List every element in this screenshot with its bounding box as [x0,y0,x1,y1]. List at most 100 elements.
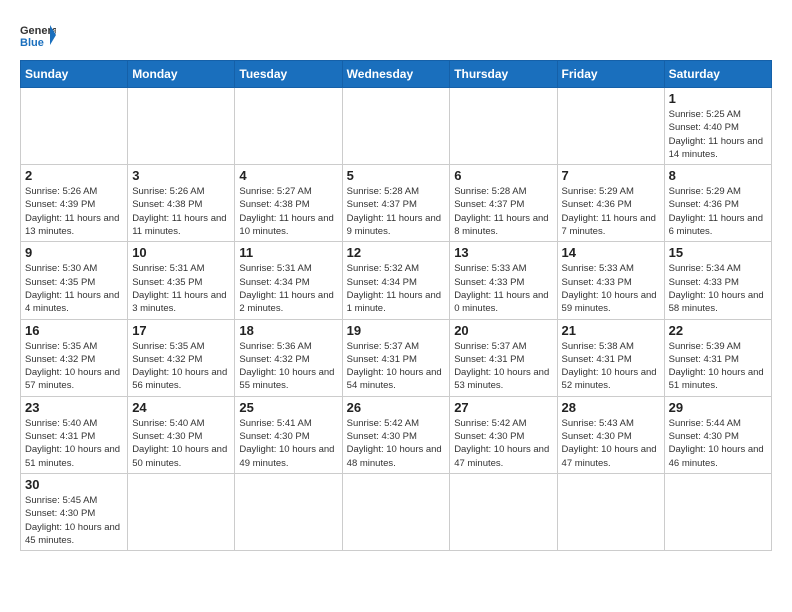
day-info: Sunrise: 5:44 AM Sunset: 4:30 PM Dayligh… [669,417,767,470]
day-info: Sunrise: 5:45 AM Sunset: 4:30 PM Dayligh… [25,494,123,547]
day-info: Sunrise: 5:26 AM Sunset: 4:38 PM Dayligh… [132,185,230,238]
day-number: 21 [562,323,660,338]
day-cell: 2 Sunrise: 5:26 AM Sunset: 4:39 PM Daylig… [21,165,128,242]
week-row-1: 1 Sunrise: 5:25 AM Sunset: 4:40 PM Daylig… [21,88,772,165]
header-friday: Friday [557,61,664,88]
day-number: 29 [669,400,767,415]
day-number: 4 [239,168,337,183]
calendar: SundayMondayTuesdayWednesdayThursdayFrid… [20,60,772,551]
logo-icon: General Blue [20,20,56,50]
header-tuesday: Tuesday [235,61,342,88]
day-cell: 26Sunrise: 5:42 AM Sunset: 4:30 PM Dayli… [342,396,450,473]
week-row-3: 9 Sunrise: 5:30 AM Sunset: 4:35 PM Daylig… [21,242,772,319]
logo: General Blue [20,20,56,50]
header-wednesday: Wednesday [342,61,450,88]
day-number: 28 [562,400,660,415]
header-monday: Monday [128,61,235,88]
day-cell [557,88,664,165]
day-info: Sunrise: 5:29 AM Sunset: 4:36 PM Dayligh… [562,185,660,238]
day-cell: 24Sunrise: 5:40 AM Sunset: 4:30 PM Dayli… [128,396,235,473]
day-number: 20 [454,323,552,338]
day-number: 24 [132,400,230,415]
day-number: 11 [239,245,337,260]
day-info: Sunrise: 5:26 AM Sunset: 4:39 PM Dayligh… [25,185,123,238]
day-number: 7 [562,168,660,183]
day-number: 19 [347,323,446,338]
day-info: Sunrise: 5:30 AM Sunset: 4:35 PM Dayligh… [25,262,123,315]
day-number: 26 [347,400,446,415]
day-number: 25 [239,400,337,415]
day-info: Sunrise: 5:33 AM Sunset: 4:33 PM Dayligh… [454,262,552,315]
day-cell [21,88,128,165]
day-info: Sunrise: 5:43 AM Sunset: 4:30 PM Dayligh… [562,417,660,470]
day-number: 12 [347,245,446,260]
day-info: Sunrise: 5:35 AM Sunset: 4:32 PM Dayligh… [25,340,123,393]
day-cell: 18 Sunrise: 5:36 AM Sunset: 4:32 PM Dayli… [235,319,342,396]
day-number: 3 [132,168,230,183]
day-info: Sunrise: 5:37 AM Sunset: 4:31 PM Dayligh… [454,340,552,393]
day-info: Sunrise: 5:35 AM Sunset: 4:32 PM Dayligh… [132,340,230,393]
day-info: Sunrise: 5:32 AM Sunset: 4:34 PM Dayligh… [347,262,446,315]
day-info: Sunrise: 5:38 AM Sunset: 4:31 PM Dayligh… [562,340,660,393]
day-number: 6 [454,168,552,183]
day-cell [450,473,557,550]
day-info: Sunrise: 5:29 AM Sunset: 4:36 PM Dayligh… [669,185,767,238]
day-cell: 14Sunrise: 5:33 AM Sunset: 4:33 PM Dayli… [557,242,664,319]
day-info: Sunrise: 5:36 AM Sunset: 4:32 PM Dayligh… [239,340,337,393]
day-info: Sunrise: 5:41 AM Sunset: 4:30 PM Dayligh… [239,417,337,470]
day-info: Sunrise: 5:28 AM Sunset: 4:37 PM Dayligh… [347,185,446,238]
day-cell: 25 Sunrise: 5:41 AM Sunset: 4:30 PM Dayli… [235,396,342,473]
day-info: Sunrise: 5:27 AM Sunset: 4:38 PM Dayligh… [239,185,337,238]
calendar-header-row: SundayMondayTuesdayWednesdayThursdayFrid… [21,61,772,88]
day-cell [664,473,771,550]
day-number: 17 [132,323,230,338]
day-cell: 29 Sunrise: 5:44 AM Sunset: 4:30 PM Dayli… [664,396,771,473]
day-cell [235,473,342,550]
day-number: 5 [347,168,446,183]
day-cell [235,88,342,165]
day-info: Sunrise: 5:31 AM Sunset: 4:35 PM Dayligh… [132,262,230,315]
day-cell: 7 Sunrise: 5:29 AM Sunset: 4:36 PM Daylig… [557,165,664,242]
day-cell: 13Sunrise: 5:33 AM Sunset: 4:33 PM Dayli… [450,242,557,319]
week-row-4: 16 Sunrise: 5:35 AM Sunset: 4:32 PM Dayli… [21,319,772,396]
day-number: 18 [239,323,337,338]
day-number: 1 [669,91,767,106]
week-row-5: 23 Sunrise: 5:40 AM Sunset: 4:31 PM Dayli… [21,396,772,473]
day-info: Sunrise: 5:37 AM Sunset: 4:31 PM Dayligh… [347,340,446,393]
svg-text:Blue: Blue [20,37,44,49]
day-cell [557,473,664,550]
day-cell: 12 Sunrise: 5:32 AM Sunset: 4:34 PM Dayli… [342,242,450,319]
day-cell: 19 Sunrise: 5:37 AM Sunset: 4:31 PM Dayli… [342,319,450,396]
day-number: 16 [25,323,123,338]
day-info: Sunrise: 5:25 AM Sunset: 4:40 PM Dayligh… [669,108,767,161]
day-info: Sunrise: 5:42 AM Sunset: 4:30 PM Dayligh… [454,417,552,470]
day-cell [342,473,450,550]
day-cell: 5 Sunrise: 5:28 AM Sunset: 4:37 PM Daylig… [342,165,450,242]
day-cell: 28 Sunrise: 5:43 AM Sunset: 4:30 PM Dayli… [557,396,664,473]
day-cell: 21 Sunrise: 5:38 AM Sunset: 4:31 PM Dayli… [557,319,664,396]
day-info: Sunrise: 5:28 AM Sunset: 4:37 PM Dayligh… [454,185,552,238]
day-info: Sunrise: 5:40 AM Sunset: 4:31 PM Dayligh… [25,417,123,470]
day-cell: 6 Sunrise: 5:28 AM Sunset: 4:37 PM Daylig… [450,165,557,242]
day-info: Sunrise: 5:34 AM Sunset: 4:33 PM Dayligh… [669,262,767,315]
day-cell: 20 Sunrise: 5:37 AM Sunset: 4:31 PM Dayli… [450,319,557,396]
day-number: 2 [25,168,123,183]
header: General Blue [20,20,772,50]
day-number: 14 [562,245,660,260]
day-cell: 11 Sunrise: 5:31 AM Sunset: 4:34 PM Dayli… [235,242,342,319]
day-number: 27 [454,400,552,415]
day-cell [128,88,235,165]
day-cell [450,88,557,165]
day-cell: 8Sunrise: 5:29 AM Sunset: 4:36 PM Daylig… [664,165,771,242]
day-cell: 17 Sunrise: 5:35 AM Sunset: 4:32 PM Dayli… [128,319,235,396]
day-cell [342,88,450,165]
day-number: 9 [25,245,123,260]
day-cell: 15Sunrise: 5:34 AM Sunset: 4:33 PM Dayli… [664,242,771,319]
day-cell: 4 Sunrise: 5:27 AM Sunset: 4:38 PM Daylig… [235,165,342,242]
day-cell: 23 Sunrise: 5:40 AM Sunset: 4:31 PM Dayli… [21,396,128,473]
day-cell: 27 Sunrise: 5:42 AM Sunset: 4:30 PM Dayli… [450,396,557,473]
header-sunday: Sunday [21,61,128,88]
day-info: Sunrise: 5:31 AM Sunset: 4:34 PM Dayligh… [239,262,337,315]
day-number: 23 [25,400,123,415]
day-cell [128,473,235,550]
